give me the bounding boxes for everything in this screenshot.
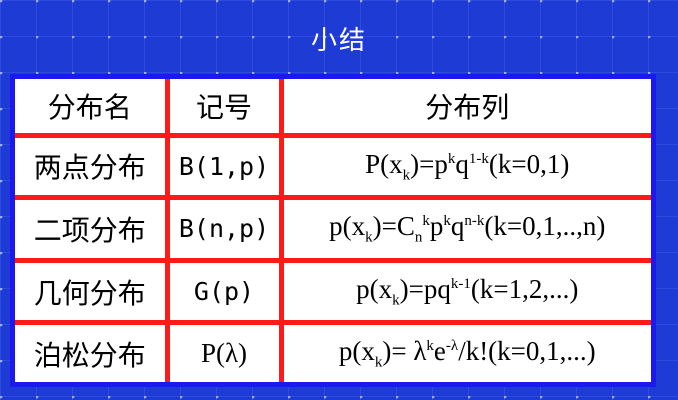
header-distribution: 分布列 xyxy=(278,79,651,138)
table-row: 泊松分布 P(λ) p(xk)= λke-λ/k!(k=0,1,...) xyxy=(15,320,651,382)
distribution-formula: p(xk)=Cnkpkqn-k(k=0,1,..,n) xyxy=(278,195,651,263)
distribution-formula: p(xk)=pqk-1(k=1,2,...) xyxy=(278,257,651,326)
distribution-name: 泊松分布 xyxy=(15,320,170,382)
slide-title: 小结 xyxy=(310,26,367,56)
distribution-name: 几何分布 xyxy=(15,257,170,326)
distribution-name: 二项分布 xyxy=(15,195,170,263)
header-name: 分布名 xyxy=(15,79,170,138)
table-header-row: 分布名 记号 分布列 xyxy=(15,79,651,138)
distribution-symbol: B(n,p) xyxy=(164,195,284,263)
table-row: 两点分布 B(1,p) P(xk)=pkq1-k(k=0,1) xyxy=(15,132,651,201)
header-symbol: 记号 xyxy=(164,79,284,138)
distribution-formula: P(xk)=pkq1-k(k=0,1) xyxy=(278,132,651,201)
distribution-name: 两点分布 xyxy=(15,132,170,201)
distribution-symbol: G(p) xyxy=(164,257,284,326)
distribution-symbol: B(1,p) xyxy=(164,132,284,201)
table-row: 二项分布 B(n,p) p(xk)=Cnkpkqn-k(k=0,1,..,n) xyxy=(15,195,651,263)
table-row: 几何分布 G(p) p(xk)=pqk-1(k=1,2,...) xyxy=(15,257,651,326)
distribution-symbol: P(λ) xyxy=(164,320,284,382)
distribution-formula: p(xk)= λke-λ/k!(k=0,1,...) xyxy=(278,320,651,382)
distribution-table: 分布名 记号 分布列 两点分布 B(1,p) P(xk)=pkq1-k(k=0,… xyxy=(10,74,656,387)
